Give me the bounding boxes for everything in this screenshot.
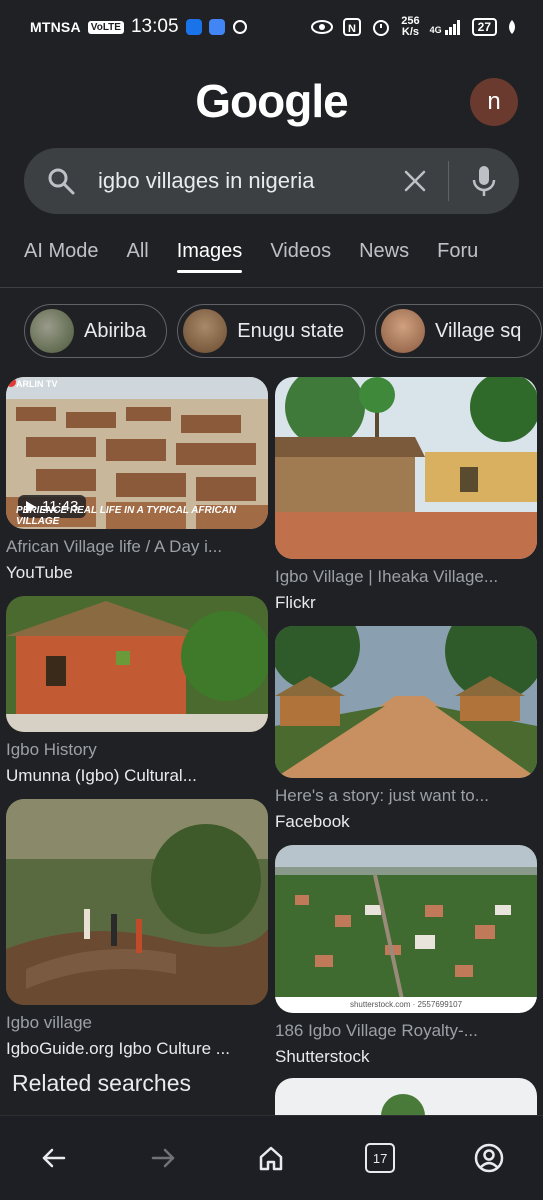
microphone-icon[interactable] [471, 165, 497, 197]
chip-thumbnail [381, 309, 426, 353]
chip-abiriba[interactable]: Abiriba [24, 304, 168, 358]
loading-circle-icon [232, 20, 247, 34]
result-title[interactable]: 186 Igbo Village Royalty-... [275, 1021, 537, 1041]
result-title[interactable]: Igbo History [6, 740, 268, 760]
chip-label: Enugu state [237, 319, 345, 342]
result-source[interactable]: YouTube [6, 563, 268, 583]
tab-videos[interactable]: Videos [270, 225, 331, 277]
home-button[interactable] [251, 1138, 291, 1178]
header: Google n [0, 54, 543, 149]
account-circle-icon [474, 1143, 503, 1173]
forward-arrow-icon [151, 1148, 175, 1168]
account-avatar[interactable]: n [470, 78, 518, 126]
nfc-icon: N [343, 18, 362, 36]
search-icon [48, 168, 75, 195]
sync-app-icon [208, 19, 225, 35]
chip-village-square[interactable]: Village sq [375, 304, 543, 358]
volte-badge: VoLTE [87, 20, 124, 34]
back-button[interactable] [34, 1138, 74, 1178]
result-card[interactable]: Here's a story: just want to... Facebook [275, 626, 537, 832]
refinement-chips: Abiriba Enugu state Village sq [24, 304, 543, 360]
tabs-divider [0, 287, 543, 288]
result-source[interactable]: Shutterstock [275, 1047, 537, 1067]
channel-tag: ARLIN TV [16, 379, 58, 389]
result-source[interactable]: Umunna (Igbo) Cultural... [6, 766, 268, 786]
result-image[interactable] [6, 596, 268, 732]
result-title[interactable]: Igbo Village | Iheaka Village... [275, 567, 537, 587]
search-bar[interactable]: igbo villages in nigeria [24, 148, 519, 214]
result-card[interactable]: Igbo village IgboGuide.org Igbo Culture … [6, 799, 268, 1059]
battery-indicator: 27 [471, 18, 497, 36]
shield-app-icon [185, 19, 202, 35]
carrier-name: MTNSA [30, 19, 81, 35]
result-image[interactable] [6, 799, 268, 1005]
search-tabs: AI Mode All Images Videos News Foru [0, 225, 543, 277]
result-card[interactable]: Igbo History Umunna (Igbo) Cultural... [6, 596, 268, 786]
search-input[interactable]: igbo villages in nigeria [98, 168, 400, 194]
tab-forums[interactable]: Foru [437, 225, 478, 277]
result-title[interactable]: African Village life / A Day i... [6, 537, 268, 557]
google-logo[interactable]: Google [0, 74, 543, 128]
back-arrow-icon [43, 1148, 66, 1168]
related-searches-heading: Related searches [12, 1070, 191, 1096]
tabs-button[interactable]: 17 [360, 1138, 400, 1178]
network-speed: 256 K/s [401, 15, 420, 38]
status-bar: MTNSA VoLTE 13:05 N 256 K/s 4G 27 [0, 0, 543, 54]
tab-count: 17 [365, 1143, 396, 1173]
result-card[interactable]: shutterstock.com · 2557699107 186 Igbo V… [275, 845, 537, 1067]
result-title[interactable]: Here's a story: just want to... [275, 786, 537, 806]
result-image[interactable] [275, 626, 537, 778]
chip-label: Abiriba [84, 319, 147, 342]
tab-images[interactable]: Images [176, 225, 242, 277]
mud-hut-image [6, 596, 268, 732]
chip-enugu-state[interactable]: Enugu state [177, 304, 366, 358]
result-card[interactable]: ARLIN TV 11:43 PERIENCE REAL LIFE IN A T… [6, 377, 268, 583]
svg-text:N: N [348, 23, 356, 35]
leaf-icon [509, 20, 515, 34]
chip-label: Village sq [435, 319, 522, 342]
village-stream-image [6, 799, 268, 1005]
home-icon [260, 1146, 283, 1171]
iheaka-village-image [275, 377, 537, 559]
result-source[interactable]: Flickr [275, 593, 537, 613]
dirt-road-huts-image [275, 626, 537, 778]
status-time: 13:05 [130, 16, 179, 37]
tab-news[interactable]: News [359, 225, 409, 277]
account-button[interactable] [469, 1138, 509, 1178]
result-source[interactable]: IgboGuide.org Igbo Culture ... [6, 1039, 268, 1059]
clear-icon[interactable] [400, 166, 430, 196]
tab-all[interactable]: All [126, 225, 148, 277]
video-caption: PERIENCE REAL LIFE IN A TYPICAL AFRICAN … [16, 505, 237, 527]
result-card[interactable]: Igbo Village | Iheaka Village... Flickr [275, 377, 537, 613]
eye-icon [311, 20, 334, 34]
result-title[interactable]: Igbo village [6, 1013, 268, 1033]
result-image[interactable]: shutterstock.com · 2557699107 [275, 845, 537, 1013]
chip-thumbnail [30, 309, 74, 353]
forward-button[interactable] [143, 1138, 183, 1178]
result-source[interactable]: Facebook [275, 812, 537, 832]
alarm-icon [373, 20, 390, 36]
network-type: 4G [430, 19, 462, 35]
chip-thumbnail [183, 309, 228, 353]
result-image[interactable] [275, 377, 537, 559]
aerial-village-image [275, 845, 537, 1013]
bottom-navigation: 17 [0, 1115, 543, 1200]
result-image[interactable]: ARLIN TV 11:43 PERIENCE REAL LIFE IN A T… [6, 377, 268, 529]
signal-icon [444, 20, 460, 35]
image-watermark: shutterstock.com · 2557699107 [275, 997, 537, 1013]
tab-ai-mode[interactable]: AI Mode [24, 225, 98, 277]
search-divider [448, 161, 449, 201]
